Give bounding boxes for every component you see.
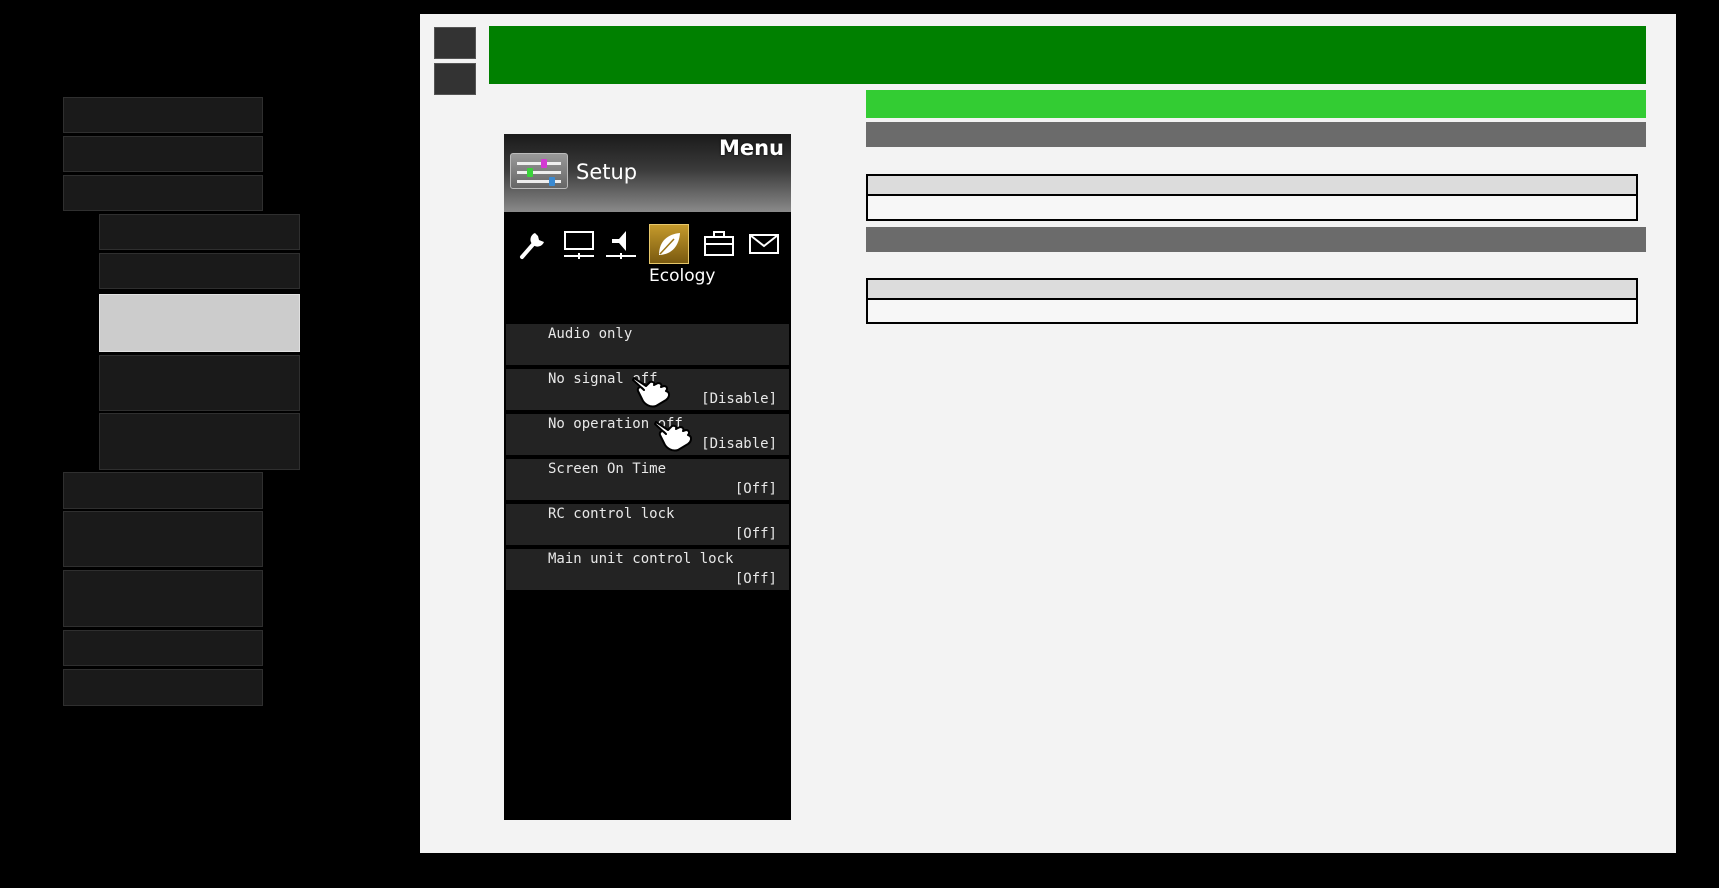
nav-item-5[interactable] xyxy=(63,511,263,567)
nav-item-7[interactable] xyxy=(63,630,263,666)
nav-subitem-2[interactable] xyxy=(99,253,300,289)
menu-item-label: Audio only xyxy=(548,326,633,342)
nav-item-2[interactable] xyxy=(63,136,263,172)
subheader-bar xyxy=(866,90,1646,118)
nav-down-button[interactable] xyxy=(434,63,476,95)
sidebar xyxy=(14,14,418,870)
nav-subitem-active[interactable] xyxy=(99,294,300,352)
table-header xyxy=(868,176,1636,196)
table-header xyxy=(868,280,1636,300)
speaker-icon[interactable] xyxy=(601,224,641,264)
display-icon[interactable] xyxy=(559,224,599,264)
selected-tab-label: Ecology xyxy=(649,266,716,286)
content-area: Menu Setup Ecology Audio only No signal … xyxy=(420,14,1676,853)
nav-subitem-1[interactable] xyxy=(99,214,300,250)
pointing-hand-icon xyxy=(632,377,671,408)
setup-sliders-icon xyxy=(510,153,568,189)
menu-item-label: Main unit control lock xyxy=(548,551,734,567)
tv-menu-screenshot: Menu Setup Ecology Audio only No signal … xyxy=(504,134,791,820)
nav-item-3[interactable] xyxy=(63,175,263,211)
menu-title: Menu xyxy=(718,136,784,160)
menu-item-screen-on-time[interactable]: Screen On Time [Off] xyxy=(506,459,789,502)
right-edge xyxy=(1676,14,1719,871)
table-body xyxy=(868,196,1636,217)
pointing-hand-icon xyxy=(654,421,693,452)
table-2 xyxy=(866,278,1638,324)
menu-category: Setup xyxy=(576,160,638,184)
menu-item-audio-only[interactable]: Audio only xyxy=(506,324,789,367)
section-bar-2 xyxy=(866,227,1646,252)
menu-item-main-unit-control-lock[interactable]: Main unit control lock [Off] xyxy=(506,549,789,592)
menu-item-value: [Disable] xyxy=(701,391,777,407)
nav-item-6[interactable] xyxy=(63,570,263,627)
wrench-icon[interactable] xyxy=(513,224,553,264)
nav-item-1[interactable] xyxy=(63,97,263,133)
table-1 xyxy=(866,174,1638,221)
bottom-bar xyxy=(420,853,1676,871)
header-bar xyxy=(489,26,1646,84)
nav-subitem-4[interactable] xyxy=(99,413,300,470)
menu-item-label: RC control lock xyxy=(548,506,675,522)
tv-menu-header: Menu Setup xyxy=(504,134,791,212)
section-bar-1 xyxy=(866,122,1646,147)
tab-icon-row xyxy=(504,224,791,268)
menu-item-label: Screen On Time xyxy=(548,461,667,477)
leaf-icon[interactable] xyxy=(649,224,689,264)
menu-item-no-operation-off[interactable]: No operation off [Disable] xyxy=(506,414,789,457)
envelope-icon[interactable] xyxy=(744,224,784,264)
table-body xyxy=(868,300,1636,321)
menu-item-value: [Off] xyxy=(734,526,777,542)
toolbox-icon[interactable] xyxy=(699,224,739,264)
nav-up-button[interactable] xyxy=(434,27,476,59)
menu-item-value: [Off] xyxy=(734,481,777,497)
menu-item-value: [Disable] xyxy=(701,436,777,452)
nav-item-4[interactable] xyxy=(63,472,263,509)
nav-subitem-3[interactable] xyxy=(99,355,300,411)
menu-item-rc-control-lock[interactable]: RC control lock [Off] xyxy=(506,504,789,547)
menu-item-value: [Off] xyxy=(734,571,777,587)
nav-item-8[interactable] xyxy=(63,669,263,706)
